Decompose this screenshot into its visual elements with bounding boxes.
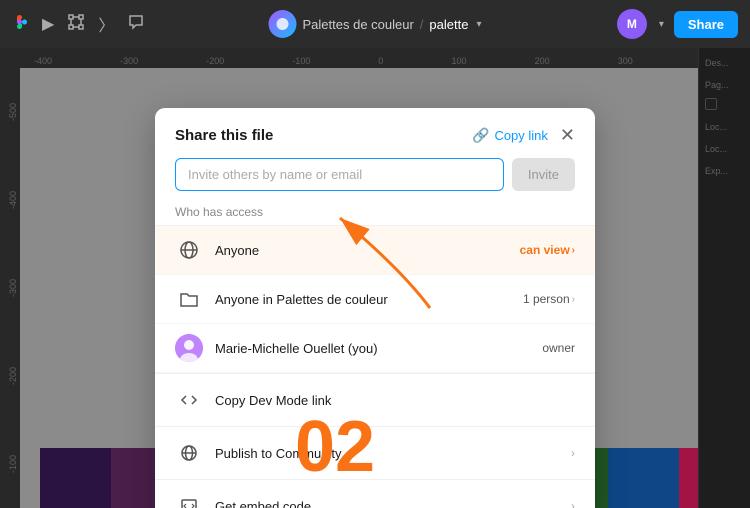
move-icon[interactable]: ▶ <box>42 14 54 34</box>
bottom-chevron-community: › <box>571 446 575 460</box>
bottom-label-devmode: Copy Dev Mode link <box>215 393 575 408</box>
access-permission-user: owner <box>542 341 575 355</box>
bottom-label-embed: Get embed code <box>215 499 559 508</box>
access-permission-project[interactable]: 1 person › <box>523 292 575 306</box>
access-row-project[interactable]: Anyone in Palettes de couleur 1 person › <box>155 275 595 324</box>
invite-button[interactable]: Invite <box>512 158 575 191</box>
access-name-user: Marie-Michelle Ouellet (you) <box>215 341 530 356</box>
permission-chevron-project: › <box>572 294 575 305</box>
access-permission-anyone[interactable]: can view › <box>520 243 575 257</box>
comment-icon[interactable] <box>128 14 144 35</box>
bottom-label-community: Publish to Community <box>215 446 559 461</box>
permission-text-user: owner <box>542 341 575 355</box>
access-name-project: Anyone in Palettes de couleur <box>215 292 511 307</box>
share-modal: Share this file 🔗 Copy link ✕ Invite Who… <box>155 108 595 508</box>
embed-icon <box>175 492 203 508</box>
avatar-chevron-icon[interactable]: ▾ <box>659 19 664 30</box>
globe-icon <box>175 236 203 264</box>
invite-input[interactable] <box>175 158 504 191</box>
modal-top: Share this file 🔗 Copy link ✕ Invite Who… <box>155 108 595 219</box>
toolbar-left: ▶ 〉 <box>12 12 144 36</box>
user-avatar <box>175 334 203 362</box>
breadcrumb-separator: / <box>420 17 424 32</box>
frame-icon[interactable] <box>68 14 84 35</box>
figma-menu-icon[interactable] <box>12 14 28 35</box>
access-list: Anyone can view › Anyone in P <box>155 225 595 373</box>
hand-icon[interactable]: 〉 <box>98 12 114 36</box>
bottom-row-devmode[interactable]: Copy Dev Mode link <box>155 373 595 426</box>
permission-text-anyone: can view <box>520 243 570 257</box>
bottom-row-community[interactable]: Publish to Community › <box>155 426 595 479</box>
avatar[interactable]: M <box>617 9 647 39</box>
brand-icon <box>269 10 297 38</box>
toolbar: ▶ 〉 Palettes de couleur / palet <box>0 0 750 48</box>
access-info-anyone: Anyone <box>215 243 508 258</box>
folder-icon <box>175 285 203 313</box>
modal-title: Share this file <box>175 127 273 144</box>
permission-chevron-anyone: › <box>572 245 575 256</box>
copy-link-label: Copy link <box>494 128 547 143</box>
access-row-user[interactable]: Marie-Michelle Ouellet (you) owner <box>155 324 595 373</box>
access-label: Who has access <box>175 205 575 219</box>
toolbar-right: M ▾ Share <box>617 9 738 39</box>
permission-text-project: 1 person <box>523 292 570 306</box>
breadcrumb-file[interactable]: palette <box>429 17 468 32</box>
canvas-area: -400 -300 -200 -100 0 100 200 300 400 -5… <box>0 48 750 508</box>
access-name-anyone: Anyone <box>215 243 508 258</box>
chevron-down-icon[interactable]: ▾ <box>476 19 481 30</box>
access-row-anyone[interactable]: Anyone can view › <box>155 226 595 275</box>
bottom-chevron-embed: › <box>571 499 575 508</box>
invite-row: Invite <box>175 158 575 191</box>
modal-header-actions: 🔗 Copy link ✕ <box>472 126 575 144</box>
breadcrumb-project[interactable]: Palettes de couleur <box>303 17 414 32</box>
bottom-row-embed[interactable]: Get embed code › <box>155 479 595 508</box>
access-info-project: Anyone in Palettes de couleur <box>215 292 511 307</box>
globe-community-icon <box>175 439 203 467</box>
share-button[interactable]: Share <box>674 11 738 38</box>
access-info-user: Marie-Michelle Ouellet (you) <box>215 341 530 356</box>
copy-link-button[interactable]: 🔗 Copy link <box>472 127 548 144</box>
toolbar-center: Palettes de couleur / palette ▾ <box>269 10 482 38</box>
link-icon: 🔗 <box>472 127 489 144</box>
close-button[interactable]: ✕ <box>560 126 575 144</box>
modal-header: Share this file 🔗 Copy link ✕ <box>175 126 575 144</box>
modal-overlay: Share this file 🔗 Copy link ✕ Invite Who… <box>0 48 750 508</box>
code-icon <box>175 386 203 414</box>
modal-bottom: Copy Dev Mode link Publish to Community … <box>155 373 595 508</box>
